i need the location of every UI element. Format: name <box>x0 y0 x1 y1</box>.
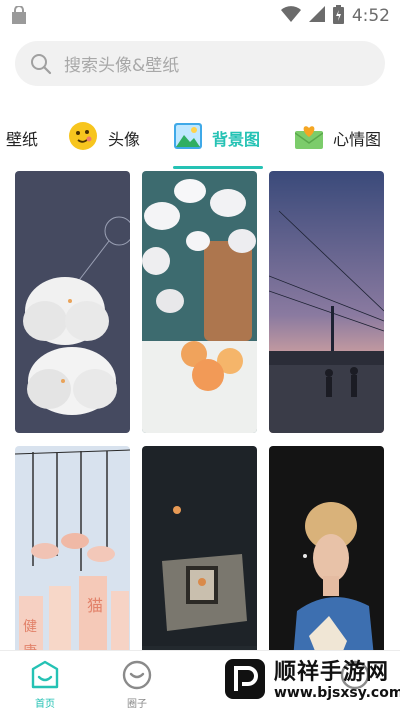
orchid-peaches-image <box>142 171 257 433</box>
wallpaper-card[interactable] <box>142 446 257 650</box>
status-bar: 4:52 <box>0 0 400 32</box>
wifi-icon <box>280 6 301 26</box>
wallpaper-card[interactable] <box>269 446 384 650</box>
portrait-man-image <box>269 446 384 650</box>
category-tabs: 壁纸 头像 背景图 心情图 <box>0 112 400 172</box>
dark-room-light-image <box>142 446 257 650</box>
active-tab-indicator <box>173 166 263 169</box>
nav-home[interactable]: 首页 <box>15 651 75 711</box>
street-dusk-image <box>269 171 384 433</box>
signal-icon <box>308 6 325 26</box>
site-logo-icon <box>224 658 266 704</box>
nav-circle[interactable]: 圈子 <box>107 651 167 711</box>
chime-text-health: 健 <box>23 619 37 635</box>
site-watermark: 顺祥手游网 www.bjsxsy.com <box>224 655 400 707</box>
wind-chimes-image: 猫 健 康 <box>15 446 130 650</box>
tab-label: 背景图 <box>212 130 261 149</box>
watermark-url: www.bjsxsy.com <box>274 685 400 701</box>
wallpaper-card[interactable] <box>142 171 257 433</box>
smile-circle-icon <box>121 659 153 691</box>
tab-mood[interactable]: 心情图 <box>294 112 382 164</box>
wallpaper-card[interactable]: 猫 健 康 <box>15 446 130 650</box>
chime-text-well: 康 <box>23 643 37 650</box>
tab-background[interactable]: 背景图 <box>174 112 260 164</box>
landscape-image-icon <box>174 123 202 153</box>
wallpaper-card[interactable] <box>269 171 384 433</box>
battery-icon <box>332 4 344 28</box>
tab-label: 心情图 <box>333 130 382 149</box>
status-time: 4:52 <box>351 6 390 26</box>
search-input[interactable]: 搜索头像&壁纸 <box>15 41 385 86</box>
nav-label: 首页 <box>35 699 55 710</box>
home-icon <box>29 659 61 691</box>
wallpaper-card[interactable] <box>15 171 130 433</box>
watermark-name: 顺祥手游网 <box>274 660 390 685</box>
tab-avatar[interactable]: 头像 <box>68 112 140 164</box>
nav-label: 圈子 <box>127 699 147 710</box>
search-icon <box>30 53 52 75</box>
tab-label: 头像 <box>108 130 141 149</box>
shopping-bag-icon <box>10 5 28 30</box>
tab-label: 壁纸 <box>6 130 39 149</box>
heart-envelope-icon <box>294 123 324 153</box>
ducks-cloud-image <box>15 171 130 433</box>
tab-wallpaper[interactable]: 壁纸 <box>6 112 38 164</box>
wallpaper-grid: 猫 健 康 <box>15 171 385 650</box>
smiley-icon <box>68 121 98 155</box>
search-placeholder: 搜索头像&壁纸 <box>64 56 180 76</box>
chime-text-cat: 猫 <box>87 596 103 615</box>
